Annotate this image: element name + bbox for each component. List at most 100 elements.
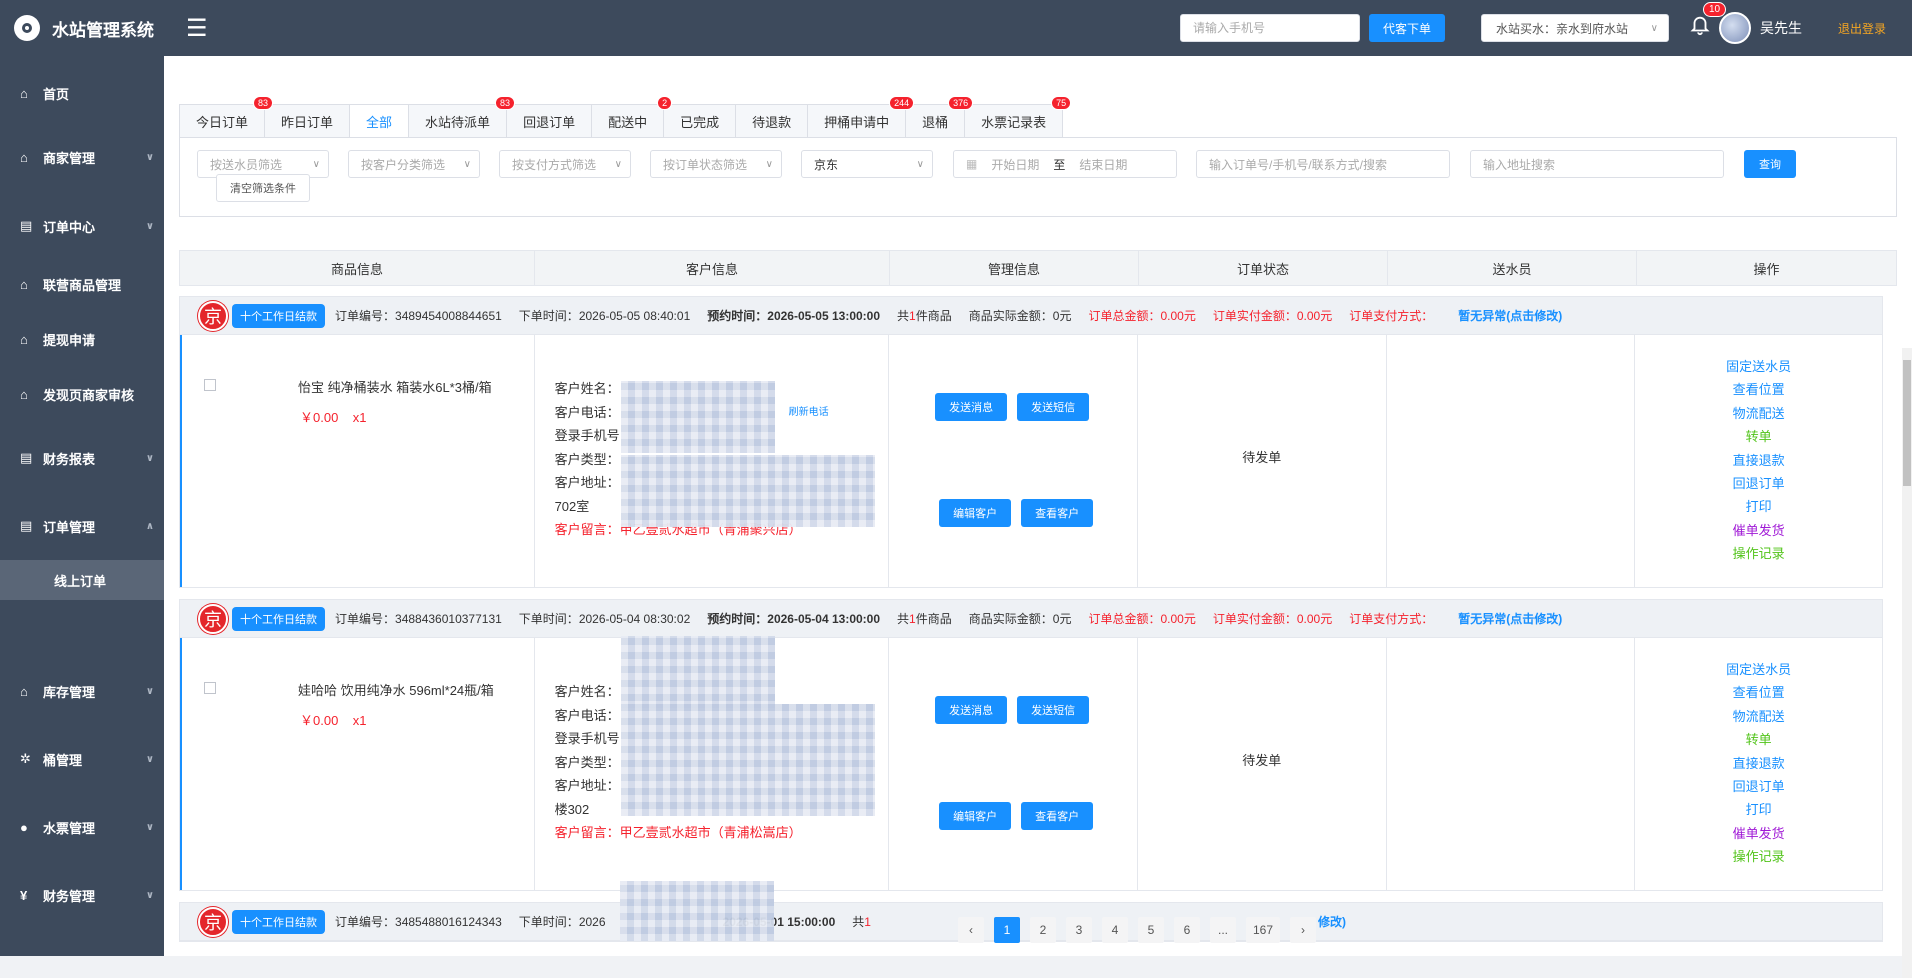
sidebar-item-merchants[interactable]: ⌂ 商家管理 ∨: [0, 137, 164, 177]
order-status-select[interactable]: 按订单状态筛选 ∨: [650, 150, 782, 178]
tab-all[interactable]: 全部: [349, 104, 409, 138]
sidebar-item-finance[interactable]: ¥ 财务管理 ∨: [0, 875, 164, 915]
clear-filters-button[interactable]: 清空筛选条件: [216, 174, 310, 202]
tab-ticket-records[interactable]: 水票记录表 75: [964, 96, 1072, 138]
logistics-link[interactable]: 物流配送: [1635, 402, 1882, 425]
payment-method-select[interactable]: 按支付方式筛选 ∨: [499, 150, 631, 178]
sidebar-item-buckets[interactable]: ✲ 桶管理 ∨: [0, 739, 164, 779]
order-for-customer-button[interactable]: 代客下单: [1368, 14, 1445, 42]
edit-customer-button[interactable]: 编辑客户: [939, 499, 1012, 527]
tab-yesterday[interactable]: 昨日订单: [264, 104, 350, 138]
view-location-link[interactable]: 查看位置: [1635, 378, 1882, 401]
prev-page-button[interactable]: ‹: [958, 917, 984, 943]
sidebar-item-withdraw[interactable]: ⌂ 提现申请: [0, 319, 164, 359]
transfer-order-link[interactable]: 转单: [1635, 728, 1882, 751]
bell-icon[interactable]: 10: [1689, 2, 1727, 42]
notification-badge: 10: [1702, 2, 1727, 17]
edit-customer-button[interactable]: 编辑客户: [939, 802, 1012, 830]
page-button[interactable]: 1: [994, 917, 1020, 943]
sidebar-item-inventory[interactable]: ⌂ 库存管理 ∨: [0, 671, 164, 711]
sidebar-item-label: 联营商品管理: [43, 277, 122, 293]
print-link[interactable]: 打印: [1635, 495, 1882, 518]
page-button[interactable]: 2: [1030, 917, 1056, 943]
tab-completed[interactable]: 已完成: [663, 104, 736, 138]
value: 3488436010377131: [395, 612, 502, 626]
send-message-button[interactable]: 发送消息: [935, 696, 1008, 724]
fix-courier-link[interactable]: 固定送水员: [1635, 658, 1882, 681]
product-name: 怡宝 纯净桶装水 箱装水6L*3桶/箱: [298, 380, 492, 395]
sidebar-item-merchant-review[interactable]: ⌂ 发现页商家审核: [0, 374, 164, 414]
scrollbar[interactable]: [1902, 348, 1912, 978]
quantity: x1: [352, 410, 367, 425]
actual-amount: 商品实际金额：0元: [969, 307, 1072, 324]
return-order-link[interactable]: 回退订单: [1635, 472, 1882, 495]
transfer-order-link[interactable]: 转单: [1635, 425, 1882, 448]
chevron-down-icon: ∨: [145, 220, 154, 232]
value: 2026-05-04 13:00:00: [767, 612, 881, 626]
abnormal-link[interactable]: 暂无异常(点击修改): [1458, 610, 1562, 627]
sidebar-subitem-online-orders[interactable]: 线上订单: [0, 560, 164, 600]
tab-today[interactable]: 今日订单 83: [179, 96, 274, 138]
scrollbar-thumb[interactable]: [1903, 360, 1911, 486]
urge-shipment-link[interactable]: 催单发货: [1635, 822, 1882, 845]
goods-count: 共1件商品: [897, 610, 952, 627]
abnormal-link[interactable]: 暂无异常(点击修改): [1458, 307, 1562, 324]
price: ￥0.00: [300, 713, 339, 728]
logout-link[interactable]: 退出登录: [1838, 20, 1886, 37]
page-button[interactable]: 167: [1246, 917, 1280, 943]
platform-select[interactable]: 京东 ∨: [801, 150, 933, 178]
view-location-link[interactable]: 查看位置: [1635, 681, 1882, 704]
print-link[interactable]: 打印: [1635, 798, 1882, 821]
customer-category-select[interactable]: 按客户分类筛选 ∨: [348, 150, 480, 178]
send-sms-button[interactable]: 发送短信: [1017, 393, 1090, 421]
menu-toggle-icon[interactable]: ☰: [186, 14, 208, 43]
view-customer-button[interactable]: 查看客户: [1021, 499, 1094, 527]
sidebar-item-joint-goods[interactable]: ⌂ 联营商品管理: [0, 264, 164, 304]
sidebar-item-water-tickets[interactable]: ● 水票管理 ∨: [0, 807, 164, 847]
urge-shipment-link[interactable]: 催单发货: [1635, 519, 1882, 542]
tab-return-bucket[interactable]: 退桶 376: [905, 96, 974, 138]
tab-station-pending[interactable]: 水站待派单 83: [408, 96, 516, 138]
label: 共: [897, 309, 910, 323]
tab-deposit-applying[interactable]: 押桶申请中 244: [807, 96, 915, 138]
avatar[interactable]: [1718, 12, 1751, 44]
page-button[interactable]: 5: [1138, 917, 1164, 943]
page-button[interactable]: 6: [1174, 917, 1200, 943]
more-pages-button[interactable]: ...: [1210, 917, 1236, 943]
direct-refund-link[interactable]: 直接退款: [1635, 449, 1882, 472]
sidebar-item-home[interactable]: ⌂ 首页: [0, 73, 164, 113]
select-placeholder: 按支付方式筛选: [512, 157, 597, 172]
view-customer-button[interactable]: 查看客户: [1021, 802, 1094, 830]
address-search-input[interactable]: 输入地址搜索: [1470, 150, 1724, 178]
query-button[interactable]: 查询: [1744, 150, 1796, 178]
tab-pending-refund[interactable]: 待退款: [735, 104, 808, 138]
send-sms-button[interactable]: 发送短信: [1017, 696, 1090, 724]
value: 3485488016124343: [395, 915, 502, 929]
phone-search-input[interactable]: [1179, 14, 1360, 42]
order-search-input[interactable]: 输入订单号/手机号/联系方式/搜索: [1196, 150, 1450, 178]
tab-returned[interactable]: 回退订单: [506, 104, 592, 138]
label: 共: [852, 915, 865, 929]
next-page-button[interactable]: ›: [1290, 917, 1316, 943]
direct-refund-link[interactable]: 直接退款: [1635, 752, 1882, 775]
sidebar-item-finance-report[interactable]: ▤ 财务报表 ∨: [0, 438, 164, 478]
logistics-link[interactable]: 物流配送: [1635, 705, 1882, 728]
sidebar-item-order-center[interactable]: ▤ 订单中心 ∨: [0, 206, 164, 246]
user-name[interactable]: 吴先生: [1760, 18, 1802, 38]
operation-log-link[interactable]: 操作记录: [1635, 845, 1882, 868]
operation-log-link[interactable]: 操作记录: [1635, 542, 1882, 565]
return-order-link[interactable]: 回退订单: [1635, 775, 1882, 798]
sidebar-item-order-management[interactable]: ▤ 订单管理 ∧: [0, 506, 164, 546]
date-range-picker[interactable]: ▦ 开始日期 至 结束日期: [953, 150, 1177, 178]
status-cell: 待发单: [1138, 638, 1387, 890]
send-message-button[interactable]: 发送消息: [935, 393, 1008, 421]
home-icon: ⌂: [20, 331, 28, 347]
station-select[interactable]: 水站买水：亲水到府水站 ∨: [1480, 14, 1669, 42]
order-card: 京 十个工作日结款 订单编号：3488436010377131 下单时间：202…: [179, 599, 1883, 891]
page-button[interactable]: 3: [1066, 917, 1092, 943]
refresh-phone-link[interactable]: 刷新电话: [789, 403, 829, 418]
page-button[interactable]: 4: [1102, 917, 1128, 943]
select-value: 京东: [814, 157, 839, 172]
fix-courier-link[interactable]: 固定送水员: [1635, 355, 1882, 378]
tab-delivering[interactable]: 配送中 2: [591, 96, 673, 138]
